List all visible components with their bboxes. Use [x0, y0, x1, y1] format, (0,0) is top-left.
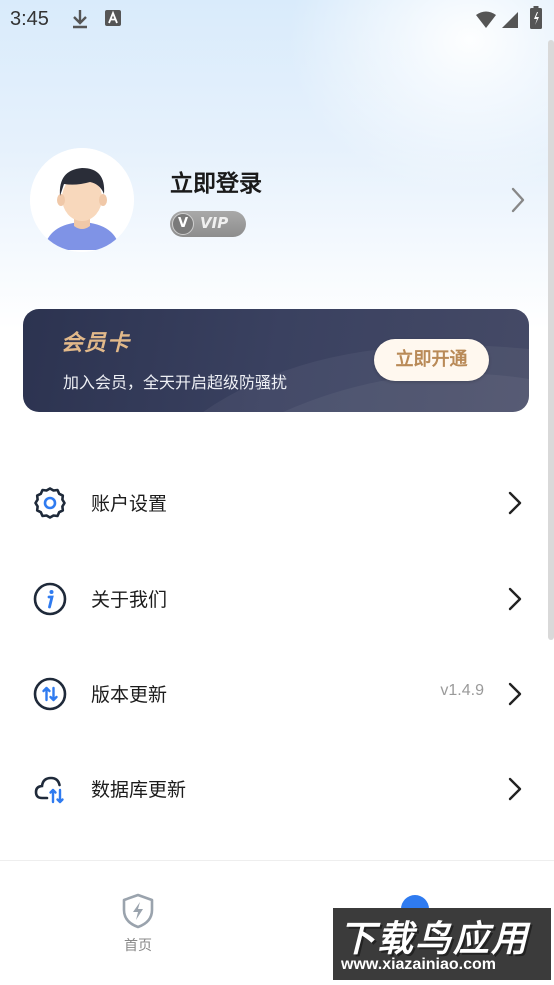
menu-item-version-update[interactable]: 版本更新 v1.4.9: [0, 646, 554, 742]
menu-item-label: 账户设置: [91, 493, 168, 515]
watermark-title: 下载鸟应用: [339, 919, 530, 960]
menu-item-account-settings[interactable]: 账户设置: [0, 455, 554, 551]
nav-tab-home[interactable]: 首页: [110, 893, 166, 955]
card-title: 会员卡: [61, 331, 131, 356]
signal-icon: [501, 10, 519, 34]
chevron-right-icon[interactable]: [510, 186, 526, 218]
menu-item-about-us[interactable]: 关于我们: [0, 551, 554, 647]
info-icon: [33, 582, 67, 616]
avatar-illustration: [30, 148, 134, 252]
menu-item-label: 关于我们: [91, 589, 168, 611]
chevron-right-icon: [507, 776, 523, 806]
gear-icon: [33, 486, 67, 520]
menu-item-label: 版本更新: [91, 684, 168, 706]
update-icon: [33, 677, 67, 711]
watermark-url: www.xiazainiao.com: [341, 956, 497, 973]
card-description: 加入会员，全天开启超级防骚扰: [63, 373, 288, 392]
profile-login-row[interactable]: 立即登录 V VIP: [30, 148, 530, 252]
cloud-sync-icon: [33, 772, 67, 806]
vip-v-icon: V: [172, 213, 194, 235]
activate-membership-button[interactable]: 立即开通: [374, 339, 489, 381]
download-icon: [70, 8, 90, 35]
wifi-icon: [475, 10, 497, 34]
menu-item-database-update[interactable]: 数据库更新: [0, 741, 554, 837]
battery-icon: [530, 6, 542, 35]
keyboard-a-icon: [104, 8, 122, 32]
nav-tab-home-label: 首页: [124, 938, 152, 954]
chevron-right-icon: [507, 490, 523, 520]
version-number: v1.4.9: [440, 682, 484, 699]
status-bar: 3:45: [0, 0, 554, 38]
vip-badge: V VIP: [170, 211, 246, 237]
menu-item-label: 数据库更新: [91, 779, 187, 801]
avatar[interactable]: [30, 148, 134, 252]
vip-badge-label: VIP: [200, 214, 229, 232]
login-label[interactable]: 立即登录: [170, 164, 262, 198]
vip-membership-card[interactable]: 会员卡 加入会员，全天开启超级防骚扰 立即开通: [23, 309, 529, 412]
status-time: 3:45: [10, 8, 49, 30]
shield-bolt-icon: [122, 893, 154, 929]
chevron-right-icon: [507, 586, 523, 616]
chevron-right-icon: [507, 681, 523, 711]
watermark-logo: 下载鸟应用 www.xiazainiao.com: [333, 908, 551, 980]
